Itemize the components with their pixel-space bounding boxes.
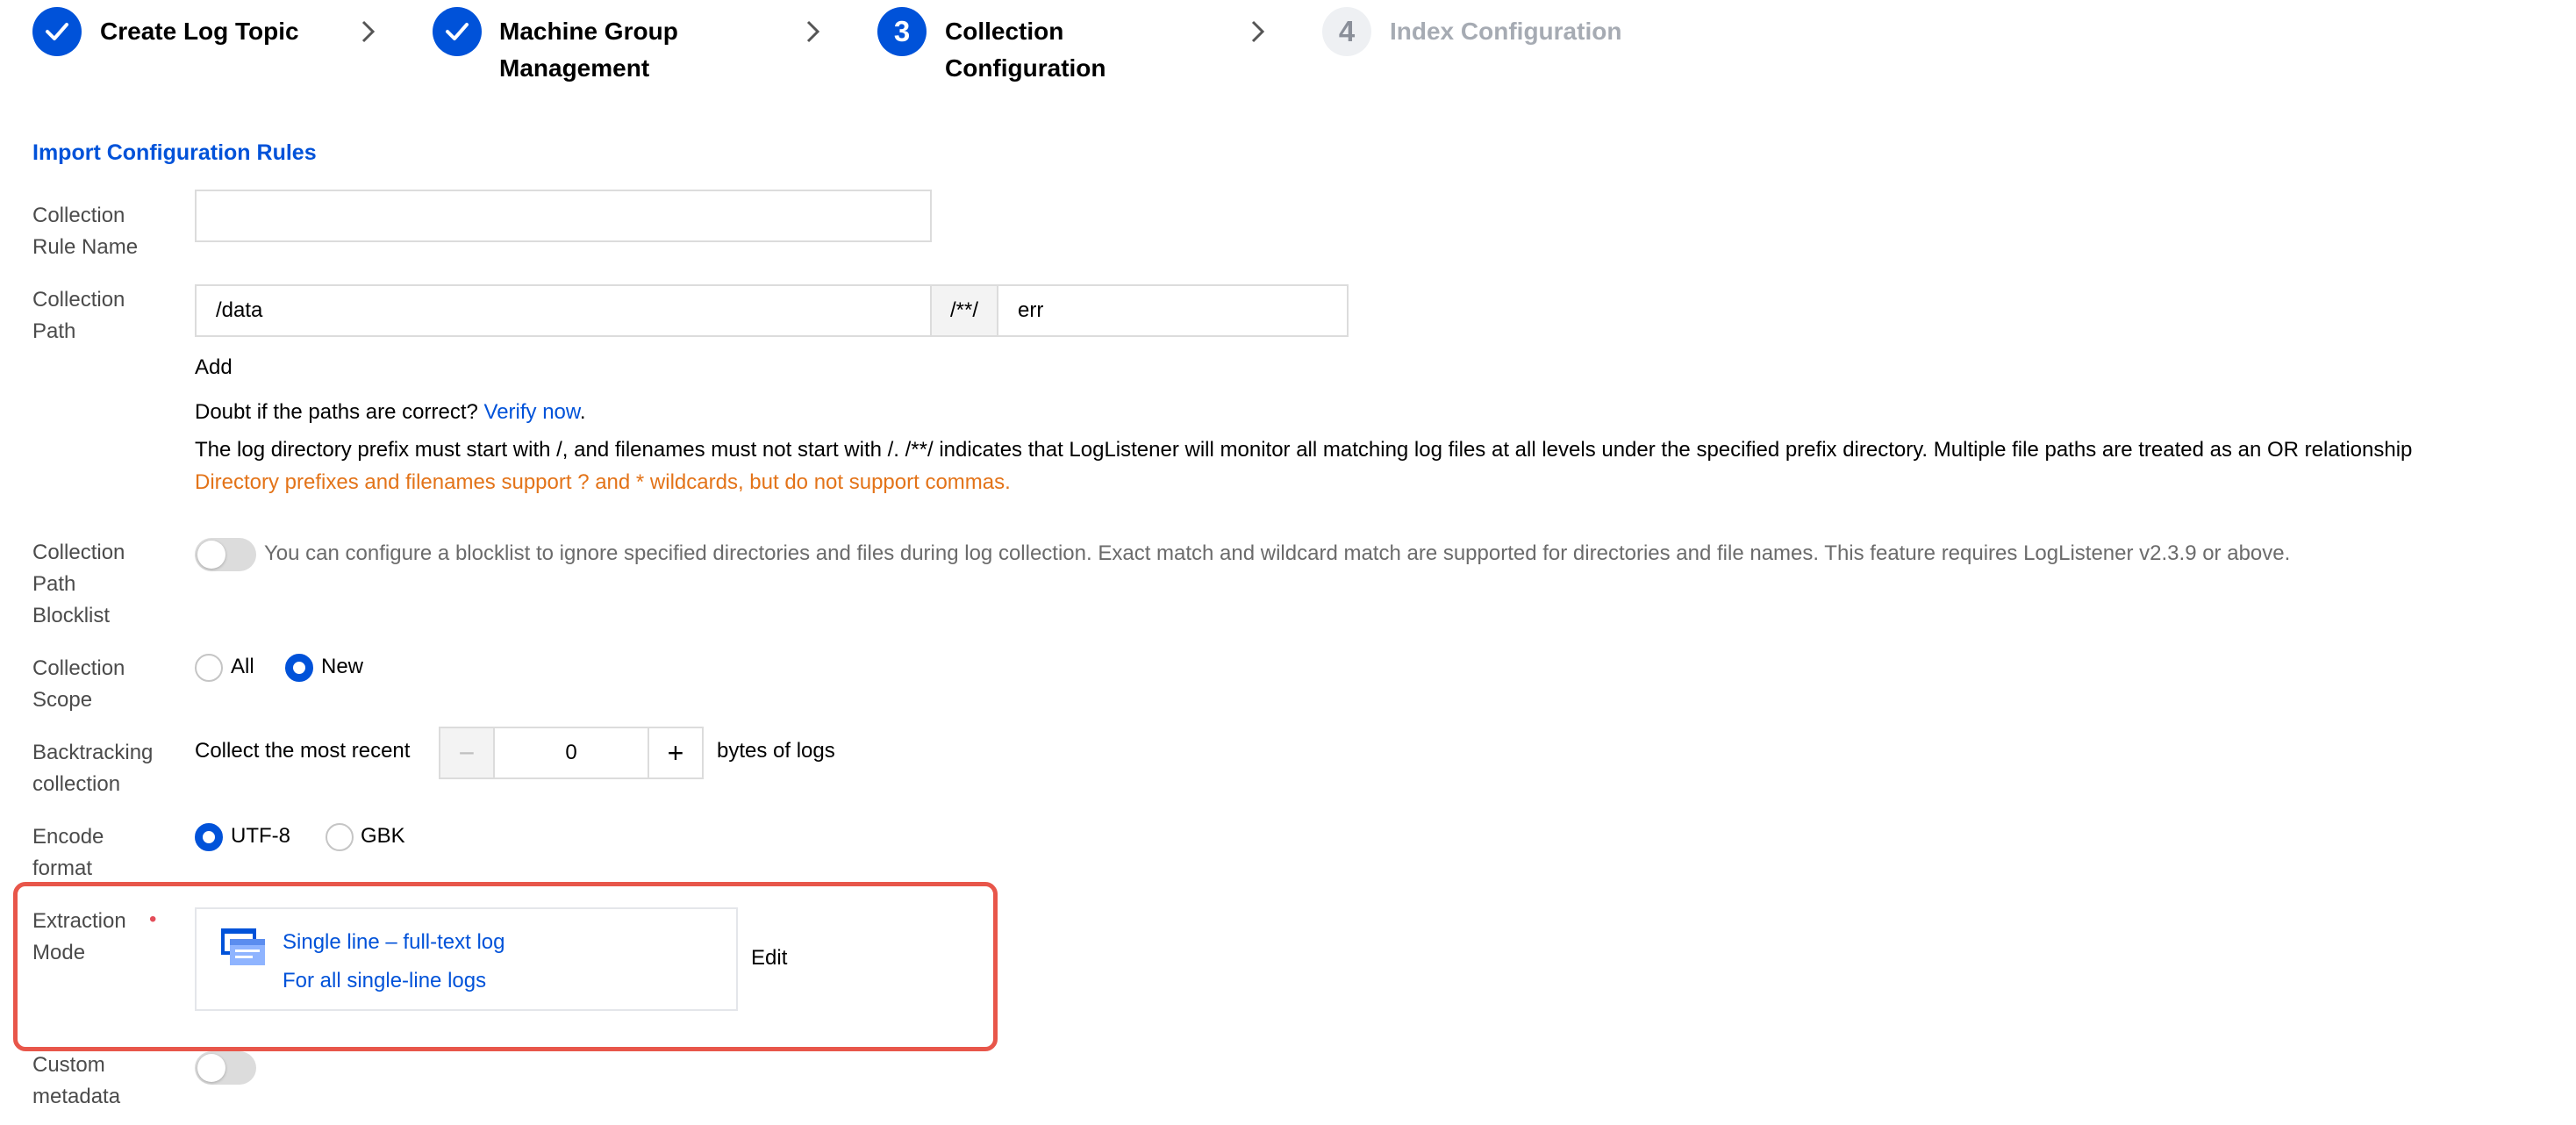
path-warning-text: Directory prefixes and filenames support… xyxy=(195,470,1011,494)
encode-utf8-radio[interactable] xyxy=(195,823,223,851)
path-separator: /**/ xyxy=(930,284,998,337)
encode-gbk-label[interactable]: GBK xyxy=(361,824,405,849)
encode-gbk-radio[interactable] xyxy=(326,823,354,851)
path-prefix-input[interactable]: /data xyxy=(195,284,932,337)
step-2-check-icon xyxy=(433,7,482,56)
verify-prompt: Doubt if the paths are correct? Verify n… xyxy=(195,400,586,424)
log-window-icon xyxy=(221,928,265,965)
step-4-label: Index Configuration xyxy=(1390,18,1622,45)
section-title: Import Configuration Rules xyxy=(32,140,317,165)
step-3-label: Collection Configuration xyxy=(945,18,1106,82)
scope-new-radio[interactable] xyxy=(285,654,313,682)
backtracking-suffix: bytes of logs xyxy=(717,739,835,763)
scope-all-label[interactable]: All xyxy=(231,655,254,679)
verify-now-link[interactable]: Verify now xyxy=(484,400,580,424)
backtracking-stepper: − 0 + xyxy=(439,727,704,779)
extraction-mode-card[interactable]: Single line – full-text log For all sing… xyxy=(195,907,738,1011)
backtracking-prefix: Collect the most recent xyxy=(195,739,411,763)
add-path-link[interactable]: Add xyxy=(195,355,233,380)
custom-metadata-label: Custom metadata xyxy=(32,1053,121,1108)
scope-new-label[interactable]: New xyxy=(321,655,363,679)
blocklist-toggle[interactable] xyxy=(195,538,256,571)
encode-utf8-label[interactable]: UTF-8 xyxy=(231,824,290,849)
mode-title: Single line – full-text log xyxy=(283,930,505,954)
step-1-check-icon xyxy=(32,7,82,56)
required-mark: • xyxy=(149,907,157,931)
rule-name-label: Collection Rule Name xyxy=(32,204,139,259)
extraction-mode-label: Extraction Mode xyxy=(32,909,126,964)
encode-label: Encode format xyxy=(32,825,104,880)
step-3-number: 3 xyxy=(877,7,927,56)
chevron-right-icon xyxy=(1251,20,1265,43)
chevron-right-icon xyxy=(361,20,376,43)
backtracking-label: Backtracking collection xyxy=(32,741,154,796)
step-2-label[interactable]: Machine Group Management xyxy=(499,13,678,87)
scope-all-radio[interactable] xyxy=(195,654,223,682)
decrement-button[interactable]: − xyxy=(440,728,495,777)
chevron-right-icon xyxy=(806,20,820,43)
step-1-label[interactable]: Create Log Topic xyxy=(100,13,299,50)
step-4-number: 4 xyxy=(1322,7,1371,56)
mode-description: For all single-line logs xyxy=(283,969,487,992)
collection-config-page: Create Log Topic Machine Group Managemen… xyxy=(0,0,2576,1125)
custom-metadata-toggle[interactable] xyxy=(195,1051,256,1085)
path-file-input[interactable]: err xyxy=(997,284,1349,337)
scope-label: Collection Scope xyxy=(32,656,125,712)
blocklist-description: You can configure a blocklist to ignore … xyxy=(264,541,2291,565)
increment-button[interactable]: + xyxy=(648,728,702,777)
rule-name-input[interactable] xyxy=(195,190,932,242)
edit-mode-link[interactable]: Edit xyxy=(751,946,787,971)
backtracking-value-input[interactable]: 0 xyxy=(495,728,648,777)
blocklist-label: Collection Path Blocklist xyxy=(32,541,125,627)
collection-path-label: Collection Path xyxy=(32,288,125,343)
path-help-text: The log directory prefix must start with… xyxy=(195,438,2413,462)
